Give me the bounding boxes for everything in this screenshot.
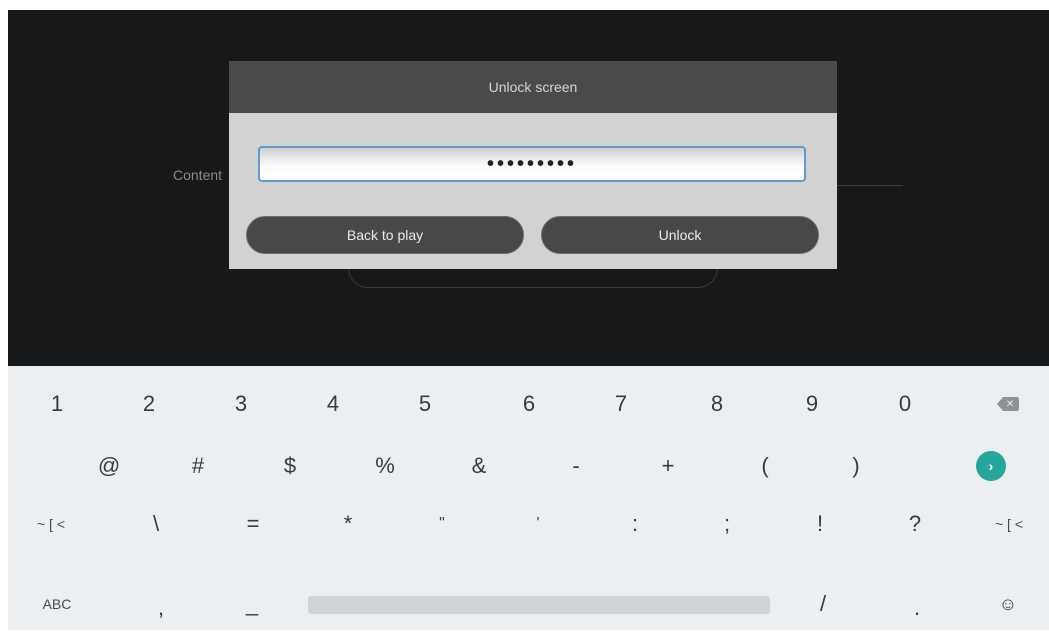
- password-input[interactable]: •••••••••: [258, 146, 806, 182]
- back-to-play-button[interactable]: Back to play: [246, 216, 524, 254]
- key-double-quote[interactable]: ": [420, 494, 464, 554]
- content-label: Content: [173, 167, 223, 183]
- key-underscore[interactable]: _: [230, 574, 274, 634]
- key-8[interactable]: 8: [695, 374, 739, 434]
- on-screen-keyboard: 1 2 3 4 5 6 7 8 9 0 ✕ @ # $ % & - + ( ) …: [8, 366, 1049, 630]
- key-asterisk[interactable]: *: [326, 494, 370, 554]
- unlock-dialog: Unlock screen ••••••••• Back to play Unl…: [229, 61, 837, 269]
- key-right-paren[interactable]: ): [834, 436, 878, 496]
- enter-key[interactable]: ›: [969, 436, 1013, 496]
- key-plus[interactable]: +: [646, 436, 690, 496]
- key-slash[interactable]: /: [801, 574, 845, 634]
- key-single-quote[interactable]: ': [516, 494, 560, 554]
- key-semicolon[interactable]: ;: [705, 494, 749, 554]
- key-3[interactable]: 3: [219, 374, 263, 434]
- key-period[interactable]: .: [895, 578, 939, 638]
- symbols-toggle-right[interactable]: ~ [ <: [984, 494, 1034, 554]
- key-5[interactable]: 5: [403, 374, 447, 434]
- key-4[interactable]: 4: [311, 374, 355, 434]
- emoji-key[interactable]: ☺: [986, 574, 1030, 634]
- backspace-key[interactable]: ✕: [986, 374, 1030, 434]
- abc-key[interactable]: ABC: [32, 574, 82, 634]
- key-backslash[interactable]: \: [134, 494, 178, 554]
- dialog-title: Unlock screen: [229, 61, 837, 113]
- symbols-toggle-left[interactable]: ~ [ <: [26, 494, 76, 554]
- key-hash[interactable]: #: [176, 436, 220, 496]
- key-colon[interactable]: :: [613, 494, 657, 554]
- key-9[interactable]: 9: [790, 374, 834, 434]
- key-7[interactable]: 7: [599, 374, 643, 434]
- key-question[interactable]: ?: [893, 494, 937, 554]
- key-at[interactable]: @: [87, 436, 131, 496]
- key-ampersand[interactable]: &: [457, 436, 501, 496]
- key-2[interactable]: 2: [127, 374, 171, 434]
- smiley-icon: ☺: [998, 593, 1018, 614]
- player-screen: Content Unlock screen ••••••••• Back to …: [8, 10, 1049, 366]
- key-6[interactable]: 6: [507, 374, 551, 434]
- key-0[interactable]: 0: [883, 374, 927, 434]
- space-key[interactable]: [308, 596, 770, 614]
- key-1[interactable]: 1: [35, 374, 79, 434]
- backspace-icon: ✕: [997, 397, 1019, 411]
- unlock-button[interactable]: Unlock: [541, 216, 819, 254]
- key-minus[interactable]: -: [554, 436, 598, 496]
- content-underline: [828, 185, 903, 186]
- key-comma[interactable]: ,: [139, 578, 183, 638]
- key-left-paren[interactable]: (: [743, 436, 787, 496]
- key-dollar[interactable]: $: [268, 436, 312, 496]
- key-exclamation[interactable]: !: [798, 494, 842, 554]
- key-equals[interactable]: =: [231, 494, 275, 554]
- enter-arrow-icon: ›: [976, 451, 1006, 481]
- key-percent[interactable]: %: [363, 436, 407, 496]
